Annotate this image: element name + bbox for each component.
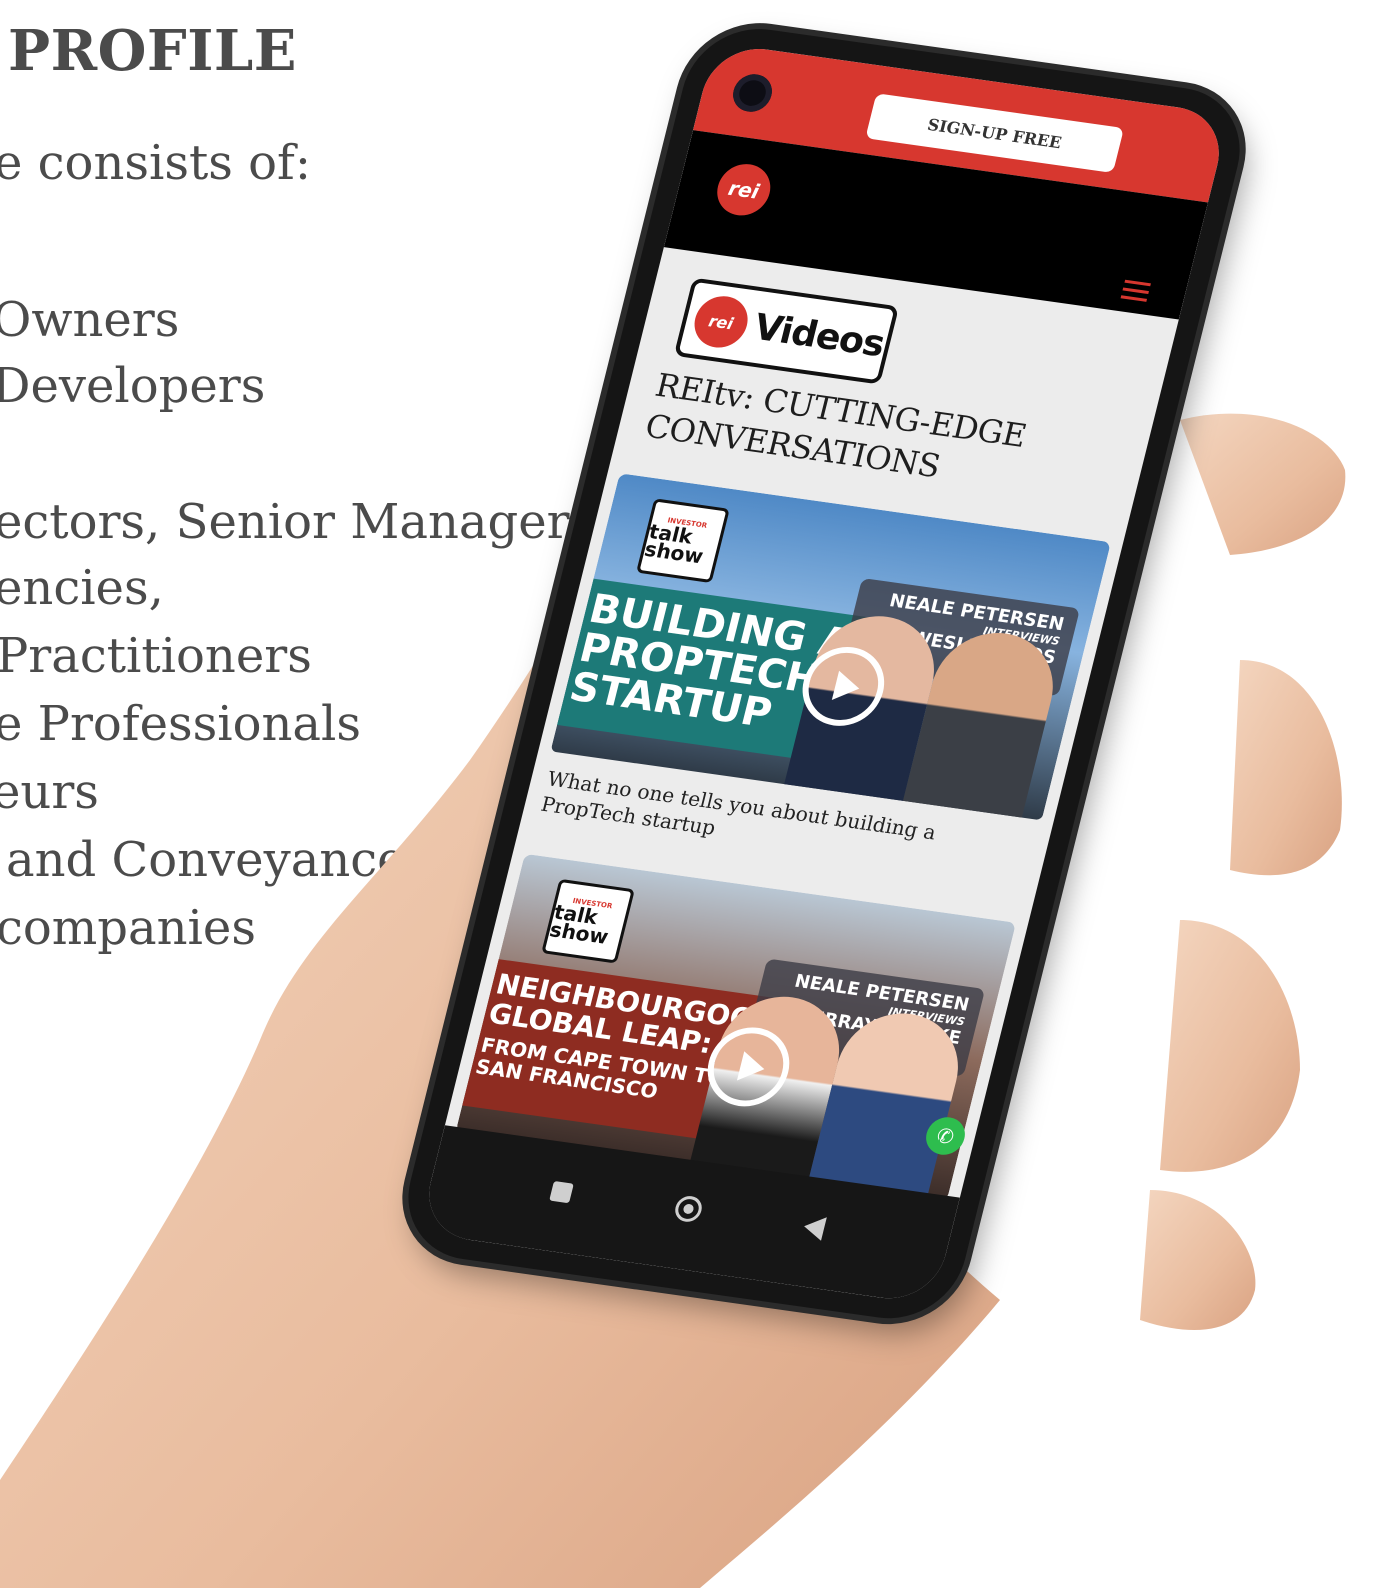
profile-heading: PROFILE [8, 18, 297, 84]
list-item: Owners [0, 292, 180, 348]
list-item: encies, [0, 560, 164, 616]
rei-logo[interactable]: rei [711, 160, 776, 219]
recents-icon[interactable] [549, 1180, 574, 1204]
list-item: e Professionals [0, 696, 362, 752]
video-card[interactable]: INVESTOR talk show BUILDING A PROPTECH S… [534, 473, 1111, 884]
talkshow-logo: INVESTOR talk show [636, 498, 730, 584]
hamburger-menu-icon[interactable] [1120, 279, 1151, 303]
phone-screen: SIGN-UP FREE rei rei Videos REItv: CUTTI… [418, 42, 1230, 1305]
back-icon[interactable] [801, 1214, 827, 1241]
phone-device: SIGN-UP FREE rei rei Videos REItv: CUTTI… [393, 20, 1255, 1328]
list-item: Practitioners [0, 628, 312, 684]
list-item: eurs [0, 764, 99, 820]
videos-label: Videos [749, 306, 889, 365]
videos-badge: rei Videos [673, 277, 900, 385]
home-icon[interactable] [672, 1194, 705, 1224]
profile-intro: e consists of: [0, 135, 311, 191]
list-item: ectors, Senior Managers [0, 494, 595, 550]
camera-icon [729, 71, 776, 115]
section-title: REItv: CUTTING-EDGE CONVERSATIONS [641, 365, 1031, 486]
rei-mini-logo: rei [689, 292, 754, 351]
list-item: Developers [0, 358, 266, 414]
list-item: companies [0, 900, 256, 956]
list-item: and Conveyancers [6, 832, 454, 888]
talkshow-logo: INVESTOR talk show [541, 878, 635, 964]
